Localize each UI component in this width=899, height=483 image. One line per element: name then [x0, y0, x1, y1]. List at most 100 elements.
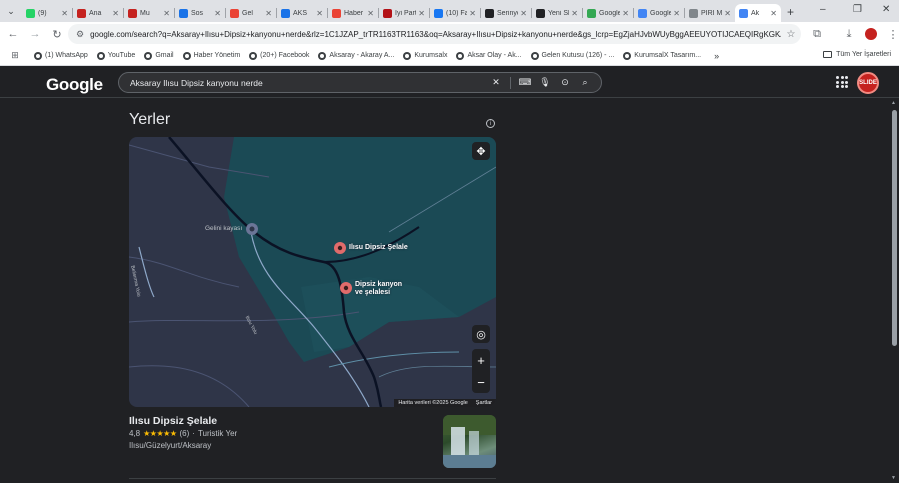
browser-tab[interactable]: Mu ✕ — [124, 4, 174, 22]
scroll-down-icon[interactable]: ▼ — [891, 475, 896, 481]
bookmark-label: Gelen Kutusu (126) - ... — [541, 52, 615, 59]
bookmark-label: (1) WhatsApp — [45, 52, 88, 59]
bookmarks-overflow-button[interactable]: » — [714, 51, 719, 61]
page-scrollbar[interactable]: ▲ ▼ — [890, 98, 899, 483]
google-apps-icon[interactable] — [836, 76, 848, 88]
all-bookmarks-button[interactable]: Tüm Yer İşaretleri — [823, 51, 891, 58]
restore-button[interactable]: ❐ — [853, 4, 862, 15]
scroll-up-icon[interactable]: ▲ — [891, 100, 896, 106]
globe-icon — [403, 51, 412, 60]
reload-icon[interactable]: ↻ — [46, 23, 68, 45]
browser-tab[interactable]: Google ✕ — [634, 4, 684, 22]
browser-tab[interactable]: AKS ✕ — [277, 4, 327, 22]
meta-separator: · — [192, 429, 195, 438]
my-location-icon[interactable]: ◎ — [472, 325, 490, 343]
browser-tab[interactable]: İyi Parti ✕ — [379, 4, 429, 22]
bookmark-item[interactable]: (20+) Facebook — [249, 51, 309, 60]
site-info-icon[interactable]: ⚙ — [76, 29, 84, 40]
map-expand-icon[interactable]: ✥ — [472, 142, 490, 160]
tab-close-icon[interactable]: ✕ — [622, 9, 629, 18]
bookmark-item[interactable]: KurumsalX Tasarım... — [623, 51, 701, 60]
tab-close-icon[interactable]: ✕ — [520, 9, 527, 18]
tab-favicon-icon — [587, 8, 596, 18]
info-icon[interactable]: i — [486, 119, 495, 128]
forward-arrow-icon[interactable]: → — [24, 23, 46, 45]
browser-tab[interactable]: (10) Fa ✕ — [430, 4, 480, 22]
browser-tab[interactable]: (9) ✕ — [22, 4, 72, 22]
bookmark-item[interactable]: Gmail — [144, 51, 174, 60]
tab-title: Ana — [89, 9, 102, 17]
bookmarks-container: (1) WhatsApp YouTube Gmail Haber Yönetim (20… — [34, 51, 710, 60]
back-arrow-icon[interactable]: ← — [2, 23, 24, 45]
tab-search-icon[interactable]: ⌄ — [0, 0, 22, 22]
browser-tab[interactable]: Yeni Sk ✕ — [532, 4, 582, 22]
zoom-out-button[interactable]: − — [472, 371, 490, 393]
folder-icon — [823, 51, 833, 58]
browser-tab[interactable]: PİRİ MI ✕ — [685, 4, 735, 22]
bookmark-item[interactable]: Kurumsalx — [403, 51, 447, 60]
search-query-text[interactable]: Aksaray Ilısu Dipsiz kanyonu nerde — [130, 78, 486, 88]
map-terms-link[interactable]: Şartlar — [476, 400, 492, 406]
clear-search-icon[interactable]: ✕ — [486, 77, 506, 88]
apps-grid-icon[interactable]: ⊞ — [8, 45, 22, 67]
extensions-icon[interactable]: ⧉ — [806, 23, 828, 45]
gelini-kayasi-label[interactable]: Gelini kayası — [205, 225, 242, 232]
tab-close-icon[interactable]: ✕ — [571, 9, 578, 18]
tab-close-icon[interactable]: ✕ — [469, 9, 476, 18]
tab-title: Serinyol — [497, 9, 518, 17]
browser-tab[interactable]: Ak ✕ — [735, 4, 781, 22]
tab-close-icon[interactable]: ✕ — [61, 9, 68, 18]
review-count[interactable]: (6) — [179, 429, 189, 438]
menu-kebab-icon[interactable]: ⋮ — [882, 23, 899, 45]
browser-tab[interactable]: Gel ✕ — [226, 4, 276, 22]
browser-tab[interactable]: Sos ✕ — [175, 4, 225, 22]
scrollbar-thumb[interactable] — [892, 110, 897, 346]
tab-close-icon[interactable]: ✕ — [163, 9, 170, 18]
url-text[interactable]: google.com/search?q=Aksaray+Ilısu+Dipsiz… — [90, 30, 781, 39]
minimize-button[interactable]: – — [820, 4, 826, 15]
bookmark-item[interactable]: (1) WhatsApp — [34, 51, 88, 60]
microphone-icon[interactable]: 🎙 — [535, 77, 555, 88]
address-bar[interactable]: ⚙ google.com/search?q=Aksaray+Ilısu+Dips… — [68, 24, 801, 44]
gelini-landmark-marker-dot — [249, 226, 255, 232]
search-icon[interactable]: ⌕ — [575, 77, 595, 88]
bookmark-item[interactable]: Gelen Kutusu (126) - ... — [530, 51, 615, 60]
download-icon[interactable]: ⤓ — [838, 23, 860, 45]
browser-tab[interactable]: Serinyol✕ — [481, 4, 531, 22]
place-thumbnail-image[interactable] — [443, 415, 496, 468]
zoom-in-button[interactable]: + — [472, 349, 490, 371]
tab-close-icon[interactable]: ✕ — [112, 9, 119, 18]
tab-close-icon[interactable]: ✕ — [418, 9, 425, 18]
tab-close-icon[interactable]: ✕ — [724, 9, 731, 18]
bookmark-item[interactable]: Aksar Olay - Ak... — [456, 51, 522, 60]
profile-avatar-icon[interactable] — [860, 23, 882, 45]
map-view[interactable]: Gelini kayası Ilısu Dipsiz Şelale Dipsiz… — [129, 137, 496, 407]
browser-tab[interactable]: Google ✕ — [583, 4, 633, 22]
place-name[interactable]: Ilısu Dipsiz Şelale — [129, 415, 217, 427]
google-account-avatar[interactable]: SLIDE — [857, 72, 879, 94]
place-rating: 4,8 — [129, 429, 141, 438]
tabs-container: (9) ✕ Ana ✕ Mu ✕ Sos ✕ Gel ✕ AKS ✕ Haber ✕ İyi Parti ✕(… — [22, 0, 781, 22]
poi-label-kanyon[interactable]: Dipsiz kanyon ve şelalesi — [355, 281, 402, 297]
google-search-box[interactable]: Aksaray Ilısu Dipsiz kanyonu nerde ✕ ⌨ 🎙… — [118, 72, 602, 93]
keyboard-icon[interactable]: ⌨ — [515, 77, 535, 88]
close-window-button[interactable]: ✕ — [882, 4, 890, 15]
tab-close-icon[interactable]: ✕ — [367, 9, 374, 18]
tab-close-icon[interactable]: ✕ — [316, 9, 323, 18]
tab-close-icon[interactable]: ✕ — [673, 9, 680, 18]
tab-close-icon[interactable]: ✕ — [770, 9, 777, 18]
tab-favicon-icon — [281, 8, 290, 18]
tab-close-icon[interactable]: ✕ — [214, 9, 221, 18]
browser-tab[interactable]: Haber ✕ — [328, 4, 378, 22]
bookmark-star-icon[interactable]: ☆ — [781, 29, 801, 40]
google-logo[interactable]: Google — [46, 75, 103, 95]
tab-close-icon[interactable]: ✕ — [265, 9, 272, 18]
google-header: Google Aksaray Ilısu Dipsiz kanyonu nerd… — [0, 67, 899, 98]
lens-camera-icon[interactable]: ⊙ — [555, 77, 575, 88]
bookmark-item[interactable]: Haber Yönetim — [182, 51, 240, 60]
bookmark-item[interactable]: Aksaray - Akaray A... — [318, 51, 394, 60]
browser-tab[interactable]: Ana ✕ — [73, 4, 123, 22]
bookmark-item[interactable]: YouTube — [96, 51, 135, 60]
new-tab-button[interactable]: + — [787, 5, 794, 19]
poi-label-selale[interactable]: Ilısu Dipsiz Şelale — [349, 244, 408, 252]
